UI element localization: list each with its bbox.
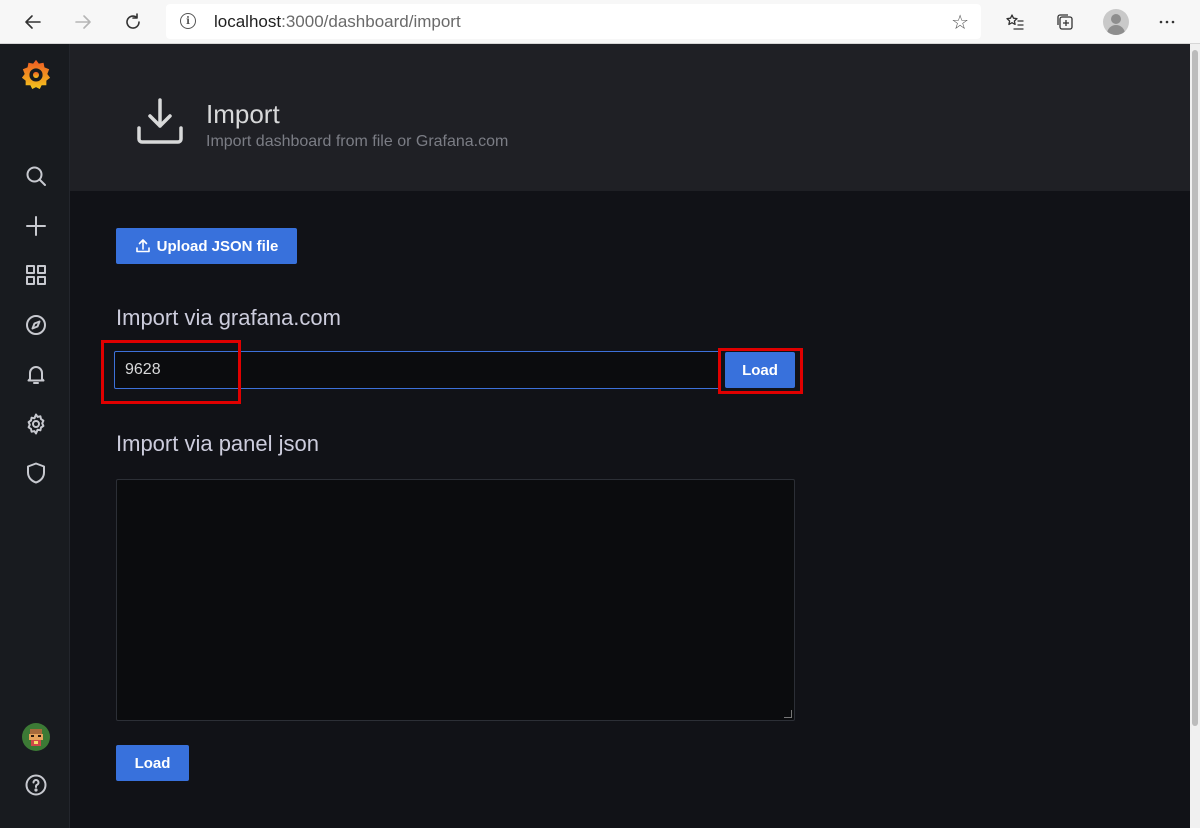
favorite-star-icon[interactable]: ☆	[951, 10, 969, 35]
explore-compass-icon[interactable]	[20, 309, 52, 341]
browser-toolbar: i localhost:3000/dashboard/import ☆	[0, 0, 1200, 44]
page-header: Import Import dashboard from file or Gra…	[70, 44, 1190, 191]
user-avatar-icon[interactable]	[20, 721, 52, 753]
page-title: Import	[206, 99, 280, 129]
import-main-content: Upload JSON file Import via grafana.com …	[70, 191, 1190, 828]
server-admin-shield-icon[interactable]	[20, 457, 52, 489]
panel-json-section-label: Import via panel json	[116, 431, 319, 456]
favorites-list-icon[interactable]	[1003, 10, 1027, 34]
upload-json-file-label: Upload JSON file	[156, 237, 279, 255]
grafana-logo-icon[interactable]	[20, 58, 52, 90]
upload-json-file-button[interactable]: Upload JSON file	[116, 228, 297, 264]
site-info-icon[interactable]: i	[180, 13, 196, 29]
grafana-com-dashboard-id-input[interactable]: 9628	[114, 351, 720, 389]
alerting-bell-icon[interactable]	[20, 358, 52, 390]
gcom-load-button[interactable]: Load	[725, 352, 795, 388]
profile-avatar-icon[interactable]	[1103, 9, 1129, 35]
sidebar	[0, 44, 70, 828]
import-download-icon	[134, 96, 186, 148]
upload-icon	[135, 239, 150, 253]
panel-json-textarea[interactable]	[116, 479, 795, 721]
configuration-gear-icon[interactable]	[20, 408, 52, 440]
help-icon[interactable]	[20, 769, 52, 801]
back-arrow-icon[interactable]	[20, 9, 46, 35]
resize-grip-icon[interactable]	[784, 710, 792, 718]
collections-icon[interactable]	[1053, 10, 1077, 34]
refresh-icon[interactable]	[120, 9, 146, 35]
url-text: localhost:3000/dashboard/import	[214, 12, 461, 31]
more-options-icon[interactable]	[1155, 10, 1179, 34]
scrollbar-thumb[interactable]	[1192, 50, 1198, 726]
page-subtitle: Import dashboard from file or Grafana.co…	[206, 133, 509, 150]
plus-icon[interactable]	[20, 210, 52, 242]
panel-json-load-button[interactable]: Load	[116, 745, 189, 781]
gcom-section-label: Import via grafana.com	[116, 305, 341, 330]
search-icon[interactable]	[20, 160, 52, 192]
dashboards-grid-icon[interactable]	[20, 259, 52, 291]
forward-arrow-icon[interactable]	[70, 9, 96, 35]
page-scrollbar[interactable]	[1190, 44, 1200, 828]
address-bar[interactable]: i localhost:3000/dashboard/import ☆	[166, 4, 981, 39]
